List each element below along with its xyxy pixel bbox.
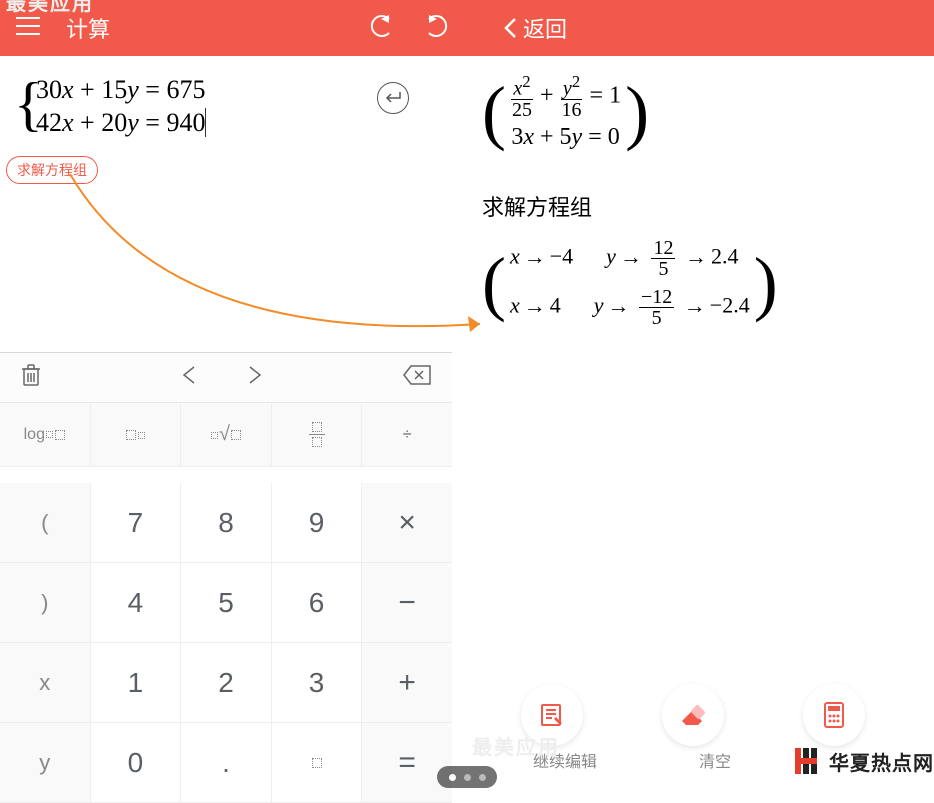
key-root[interactable]: √ bbox=[181, 403, 272, 467]
key-plus[interactable]: + bbox=[362, 643, 452, 723]
key-2[interactable]: 2 bbox=[181, 643, 272, 723]
cursor-left-icon[interactable] bbox=[181, 365, 197, 390]
back-label: 返回 bbox=[523, 12, 567, 44]
key-y[interactable]: y bbox=[0, 723, 91, 803]
right-panel: ( x225 + y216 = 1 3x + 5y = 0 ) 求解方程组 bbox=[452, 56, 934, 800]
key-8[interactable]: 8 bbox=[181, 483, 272, 563]
redo-icon[interactable] bbox=[425, 15, 451, 42]
key-3[interactable]: 3 bbox=[272, 643, 363, 723]
key-dot[interactable]: . bbox=[181, 723, 272, 803]
watermark-logo-icon bbox=[793, 746, 823, 776]
content-area: { 30x + 15y = 675 42x + 20y = 940 求解方程组 bbox=[0, 56, 934, 800]
action-buttons bbox=[482, 684, 904, 746]
watermark-text: 华夏热点网 bbox=[829, 747, 934, 776]
key-rparen[interactable]: ) bbox=[0, 563, 91, 643]
key-0[interactable]: 0 bbox=[91, 723, 182, 803]
result-title: 求解方程组 bbox=[482, 190, 592, 222]
key-power[interactable] bbox=[91, 403, 182, 467]
backspace-icon[interactable] bbox=[402, 364, 432, 391]
continue-edit-button[interactable] bbox=[521, 684, 583, 746]
cursor-right-icon[interactable] bbox=[247, 365, 263, 390]
key-equals[interactable]: = bbox=[362, 723, 452, 803]
key-6[interactable]: 6 bbox=[272, 563, 363, 643]
solve-system-tag[interactable]: 求解方程组 bbox=[6, 156, 98, 184]
back-button[interactable]: 返回 bbox=[503, 12, 567, 44]
key-4[interactable]: 4 bbox=[91, 563, 182, 643]
example-system: ( x225 + y216 = 1 3x + 5y = 0 ) bbox=[482, 74, 649, 151]
key-multiply[interactable]: × bbox=[362, 483, 452, 563]
calculator-button[interactable] bbox=[803, 684, 865, 746]
annotation-arrow bbox=[50, 164, 490, 364]
key-fraction[interactable] bbox=[272, 403, 363, 467]
equation-line-2: 42x + 20y = 940 bbox=[36, 107, 206, 140]
key-lparen[interactable]: ( bbox=[0, 483, 91, 563]
menu-icon[interactable] bbox=[16, 16, 42, 41]
app-header: 计算 返回 bbox=[0, 0, 934, 56]
pager-dot-2 bbox=[464, 774, 471, 781]
math-keyboard: log √ ÷ ( 7 8 9 × ) 4 5 6 bbox=[0, 352, 452, 803]
undo-icon[interactable] bbox=[367, 15, 393, 42]
brace-icon: { bbox=[14, 74, 43, 134]
key-7[interactable]: 7 bbox=[91, 483, 182, 563]
trash-icon[interactable] bbox=[20, 363, 42, 392]
key-9[interactable]: 9 bbox=[272, 483, 363, 563]
pager-dot-3 bbox=[479, 774, 486, 781]
key-1[interactable]: 1 bbox=[91, 643, 182, 723]
page-indicator bbox=[437, 766, 497, 788]
site-watermark: 华夏热点网 bbox=[793, 746, 934, 776]
key-x[interactable]: x bbox=[0, 643, 91, 723]
key-placeholder[interactable] bbox=[272, 723, 363, 803]
key-divide[interactable]: ÷ bbox=[362, 403, 452, 467]
result-matrix: ( x→−4 y→ 125 →2.4 x→4 y→ −125 bbox=[482, 238, 778, 328]
keyboard-toolbar bbox=[0, 353, 452, 403]
equation-line-1: 30x + 15y = 675 bbox=[36, 74, 206, 107]
key-minus[interactable]: − bbox=[362, 563, 452, 643]
action-labels: 继续编辑 清空 bbox=[482, 748, 782, 772]
key-5[interactable]: 5 bbox=[181, 563, 272, 643]
continue-edit-label: 继续编辑 bbox=[533, 748, 597, 772]
clear-button[interactable] bbox=[662, 684, 724, 746]
header-nav: 返回 bbox=[367, 12, 567, 44]
enter-button[interactable] bbox=[377, 82, 409, 114]
pager-dot-1 bbox=[449, 774, 456, 781]
clear-label: 清空 bbox=[699, 748, 731, 772]
header-title: 计算 bbox=[66, 12, 110, 44]
equation-input[interactable]: { 30x + 15y = 675 42x + 20y = 940 bbox=[14, 74, 206, 139]
key-log[interactable]: log bbox=[0, 403, 91, 467]
